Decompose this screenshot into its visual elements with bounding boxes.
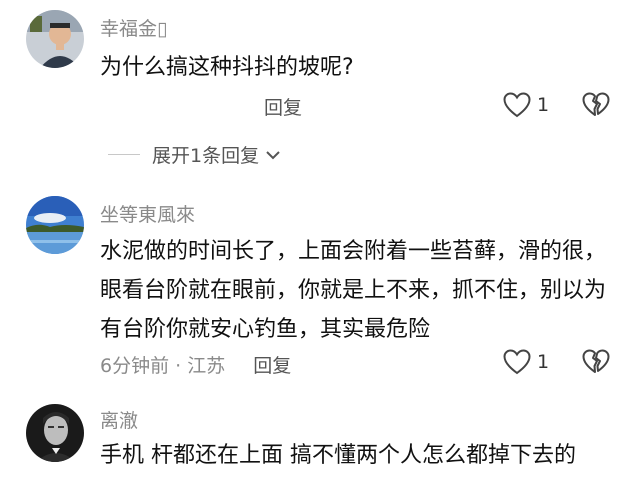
dislike-button[interactable] (582, 349, 610, 379)
comment-1: 幸福金⁠▯ 为什么搞这种抖抖的坡呢? 回复 1 展开1条回复 (0, 0, 640, 180)
comment-2: 坐等東風來 水泥做的时间长了，上面会附着一些苔藓，滑的很，眼看台阶就在眼前，你就… (0, 180, 640, 390)
avatar[interactable] (26, 196, 84, 254)
chevron-down-icon (266, 150, 280, 159)
divider (108, 154, 140, 155)
dislike-button[interactable] (582, 92, 610, 122)
comment-text: 为什么搞这种抖抖的坡呢? (100, 55, 354, 80)
timestamp-location: 6分钟前 · 江苏 (100, 355, 226, 377)
broken-heart-icon (582, 349, 610, 373)
comment-meta: 6分钟前 · 江苏 回复 (100, 351, 291, 378)
reply-button[interactable]: 回复 (253, 355, 291, 377)
heart-icon (503, 349, 531, 375)
like-count: 1 (537, 94, 550, 116)
like-button[interactable]: 1 (503, 349, 549, 375)
avatar[interactable] (26, 404, 84, 462)
like-count: 1 (537, 351, 550, 373)
avatar[interactable] (26, 10, 84, 68)
username[interactable]: 幸福金⁠▯ (100, 14, 167, 41)
like-button[interactable]: 1 (503, 92, 549, 118)
expand-replies[interactable]: 展开1条回复 (108, 141, 281, 168)
comment-3: 离澈 手机 杆都还在上面 搞不懂两个人怎么都掉下去的 (0, 390, 640, 504)
username[interactable]: 离澈 (100, 406, 138, 433)
username[interactable]: 坐等東風來 (100, 200, 195, 227)
heart-icon (503, 92, 531, 118)
comment-text: 水泥做的时间长了，上面会附着一些苔藓，滑的很，眼看台阶就在眼前，你就是上不来，抓… (100, 239, 607, 342)
reply-button[interactable]: 回复 (264, 93, 302, 120)
expand-replies-label: 展开1条回复 (152, 145, 260, 167)
broken-heart-icon (582, 92, 610, 116)
comment-text: 手机 杆都还在上面 搞不懂两个人怎么都掉下去的 (100, 443, 576, 468)
